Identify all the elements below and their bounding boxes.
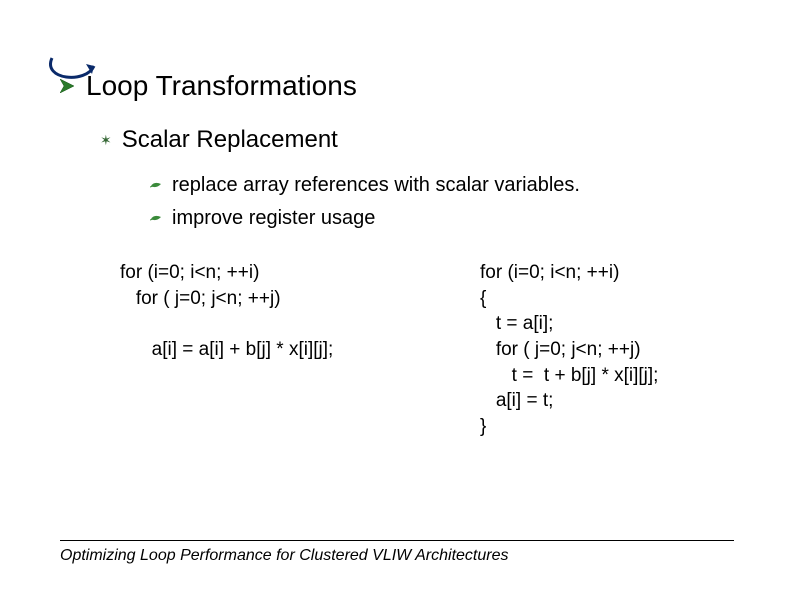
footer-divider <box>60 540 734 541</box>
code-after: for (i=0; i<n; ++i) { t = a[i]; for ( j=… <box>480 260 734 439</box>
code-before: for (i=0; i<n; ++i) for ( j=0; j<n; ++j)… <box>120 260 440 439</box>
bullet-text: replace array references with scalar var… <box>172 174 580 197</box>
bullet-text: improve register usage <box>172 207 375 230</box>
heading-row: Loop Transformations <box>60 70 734 102</box>
arrow-bullet-icon <box>60 79 74 93</box>
footer: Optimizing Loop Performance for Clustere… <box>60 540 734 565</box>
star-bullet-icon: ✶ <box>100 132 112 149</box>
bullet-row: replace array references with scalar var… <box>150 174 734 197</box>
subheading-row: ✶ Scalar Replacement <box>100 126 734 154</box>
leaf-bullet-icon <box>150 181 162 191</box>
bullet-row: improve register usage <box>150 207 734 230</box>
subheading: Scalar Replacement <box>122 126 338 154</box>
leaf-bullet-icon <box>150 214 162 224</box>
code-comparison: for (i=0; i<n; ++i) for ( j=0; j<n; ++j)… <box>120 260 734 439</box>
heading: Loop Transformations <box>86 70 357 102</box>
footer-text: Optimizing Loop Performance for Clustere… <box>60 547 734 565</box>
